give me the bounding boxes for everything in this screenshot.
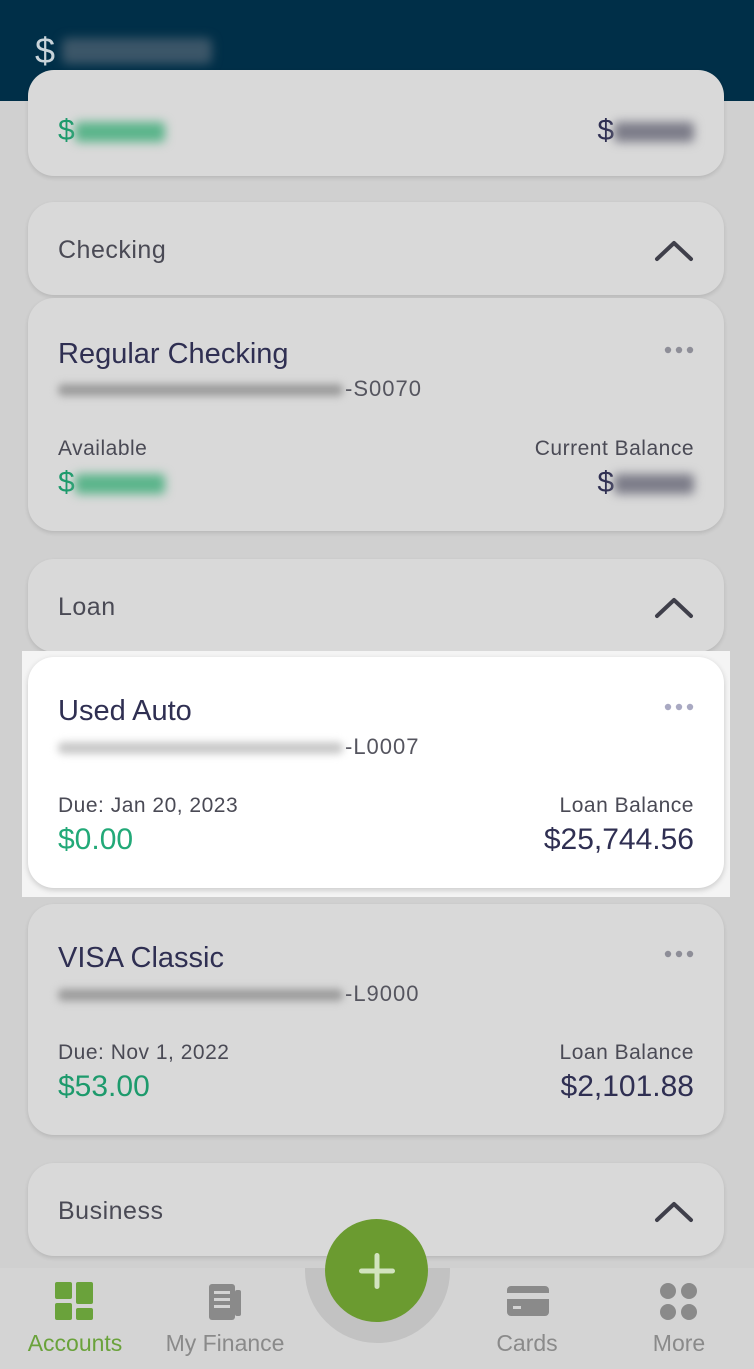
loan-balance-amount: $25,744.56 [543,823,694,856]
tab-label: More [652,1330,706,1356]
tab-accounts[interactable]: Accounts [0,1268,150,1369]
plus-icon [358,1252,395,1289]
chevron-up-icon[interactable] [654,595,694,619]
chevron-up-icon[interactable] [654,1199,694,1223]
account-number: -L0007 [58,734,420,760]
tab-label: My Finance [165,1330,285,1356]
loan-balance-amount: $2,101.88 [560,1070,694,1103]
tab-more[interactable]: More [604,1268,754,1369]
account-card-visa-classic[interactable]: VISA Classic -L9000 Due: Nov 1, 2022 Loa… [28,904,724,1135]
section-title: Loan [58,593,116,621]
due-date-label: Due: Nov 1, 2022 [58,1041,230,1064]
due-amount: $0.00 [58,823,134,856]
add-button[interactable] [325,1219,428,1322]
total-balance-currency: $ [35,30,56,71]
more-options-icon[interactable] [664,703,694,711]
finance-document-icon [209,1284,241,1320]
summary-current-amount: $ [597,114,694,148]
more-dots-icon [660,1283,697,1320]
account-number: -S0070 [58,376,422,402]
current-balance-label: Current Balance [534,437,694,460]
section-title: Business [58,1197,164,1225]
loan-balance-label: Loan Balance [559,1041,694,1064]
section-title: Checking [58,236,167,264]
section-loan[interactable]: Loan [28,559,724,652]
more-options-icon[interactable] [664,346,694,354]
chevron-up-icon[interactable] [654,238,694,262]
account-card-regular-checking[interactable]: Regular Checking -S0070 Available Curren… [28,298,724,531]
more-options-icon[interactable] [664,950,694,958]
account-number: -L9000 [58,981,420,1007]
account-name: VISA Classic [58,942,224,974]
due-date-label: Due: Jan 20, 2023 [58,794,239,817]
tab-cards[interactable]: Cards [452,1268,602,1369]
tab-label: Cards [496,1330,558,1356]
current-balance-amount: $ [597,466,694,500]
accounts-grid-icon [55,1282,93,1320]
summary-card[interactable]: $ $ [28,70,724,176]
tab-label: Accounts [27,1330,123,1356]
total-balance-hidden [62,38,212,64]
account-name: Regular Checking [58,338,289,370]
available-amount: $ [58,466,165,500]
due-amount: $53.00 [58,1070,150,1103]
account-card-used-auto[interactable]: Used Auto -L0007 Due: Jan 20, 2023 Loan … [28,657,724,888]
section-checking[interactable]: Checking [28,202,724,295]
available-label: Available [58,437,148,460]
tab-my-finance[interactable]: My Finance [150,1268,300,1369]
card-icon [507,1286,549,1316]
account-name: Used Auto [58,695,192,727]
loan-balance-label: Loan Balance [559,794,694,817]
summary-available-amount: $ [58,114,165,148]
